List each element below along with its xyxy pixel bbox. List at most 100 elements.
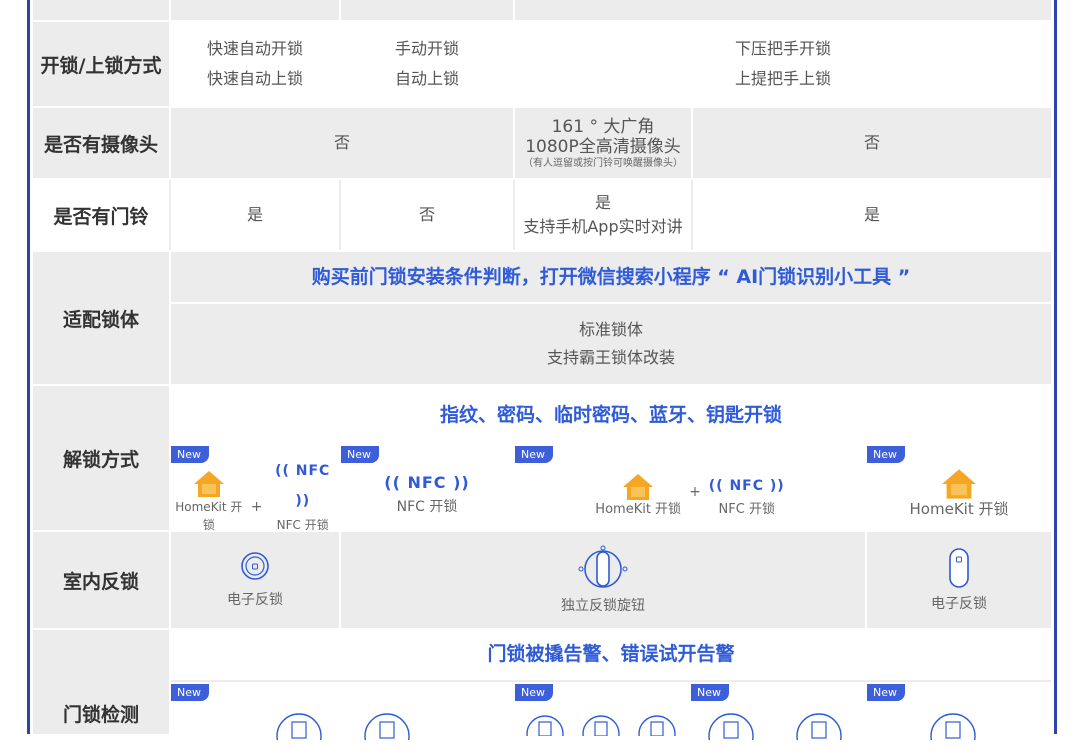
nfc-group: (( NFC )) NFC 开锁 — [266, 456, 339, 534]
sensor-icon — [638, 715, 676, 736]
unlock-icons: HomeKit 开锁 + (( NFC )) NFC 开锁 — [595, 471, 784, 519]
homekit-group: HomeKit 开锁 — [909, 468, 1009, 518]
sensor-icon — [930, 713, 976, 750]
unlock-cell-3: New HomeKit 开锁 + (( NFC )) NFC 开锁 — [515, 446, 865, 530]
sensor-icon — [276, 713, 322, 740]
mode-cell-1: 快速自动开锁 快速自动上锁 — [171, 22, 339, 106]
doorbell-cell-1: 是 — [171, 180, 339, 250]
new-badge: New — [867, 446, 905, 463]
homekit-label: HomeKit 开锁 — [595, 502, 682, 517]
home-icon — [623, 474, 654, 500]
lockbody-text: 标准锁体 — [578, 320, 643, 339]
inner-cell-2: 独立反锁旋钮 — [341, 532, 865, 628]
top-row — [33, 0, 1051, 20]
mode-cell-3: 下压把手开锁 上提把手上锁 — [515, 22, 1051, 106]
mode-text: 上提把手上锁 — [734, 69, 831, 88]
new-badge: New — [515, 684, 553, 701]
mode-text: 下压把手开锁 — [734, 39, 831, 58]
row-label-camera: 是否有摄像头 — [33, 108, 169, 178]
detect-icons — [275, 710, 411, 740]
doorbell-cell-2: 否 — [341, 180, 513, 250]
mode-text: 手动开锁 — [394, 39, 459, 58]
doorbell-text: 否 — [418, 205, 435, 224]
camera-note: （有人逗留或按门铃可唤醒摄像头） — [523, 157, 683, 169]
row-label-lockbody: 适配锁体 — [33, 252, 169, 384]
detect-alarm: 门锁被撬告警、错误试开告警 — [171, 630, 1051, 678]
divider — [339, 180, 341, 250]
doorbell-text: 是 — [594, 193, 611, 212]
detect-cell-2: New — [515, 684, 689, 736]
button-icon — [241, 552, 269, 580]
row-label-mode: 开锁/上锁方式 — [33, 22, 169, 106]
detect-icons — [525, 714, 677, 736]
sensor-icon — [708, 713, 754, 740]
homekit-group: HomeKit 开锁 — [595, 473, 681, 519]
plus-sign: + — [689, 484, 701, 500]
homekit-label: HomeKit 开锁 — [175, 500, 243, 532]
unlock-cell-4: New HomeKit 开锁 — [867, 446, 1051, 530]
nfc-group: (( NFC )) NFC 开锁 — [384, 468, 469, 516]
row-label-doorbell: 是否有门铃 — [33, 180, 169, 250]
lockbody-notice-text: 购买前门锁安装条件判断，打开微信搜索小程序 “ AI门锁识别小工具 ” — [311, 266, 911, 288]
row-label-inner: 室内反锁 — [33, 532, 169, 628]
new-badge: New — [171, 684, 209, 701]
mode-text: 自动上锁 — [394, 69, 459, 88]
camera-cell-3: 否 — [693, 108, 1051, 178]
divider — [513, 180, 515, 250]
doorbell-cell-3: 是 支持手机App实时对讲 — [515, 180, 691, 250]
doorbell-cell-4: 是 — [693, 180, 1051, 250]
nfc-mark: NFC — [407, 473, 447, 492]
mode-cell-2: 手动开锁 自动上锁 — [341, 22, 513, 106]
divider — [691, 180, 693, 250]
lockbody-cell: 标准锁体 支持霸王锁体改装 — [171, 304, 1051, 384]
nfc-icon: (( NFC )) — [708, 478, 785, 494]
home-icon — [942, 469, 976, 499]
camera-text: 161 ° 大广角 — [551, 116, 655, 137]
unlock-cell-2: New (( NFC )) NFC 开锁 — [341, 446, 513, 530]
unlock-cell-1: New HomeKit 开锁 + (( NFC )) NFC 开锁 — [171, 446, 339, 532]
camera-cell-2: 161 ° 大广角 1080P全高清摄像头 （有人逗留或按门铃可唤醒摄像头） — [515, 108, 691, 178]
unlock-icons: HomeKit 开锁 + (( NFC )) NFC 开锁 — [171, 456, 339, 534]
camera-text: 否 — [333, 133, 350, 152]
doorbell-text: 是 — [863, 205, 880, 224]
new-badge: New — [515, 446, 553, 463]
doorbell-text: 是 — [246, 205, 263, 224]
divider — [169, 0, 171, 20]
inner-text: 电子反锁 — [227, 592, 283, 608]
nfc-icon: (( NFC )) — [384, 473, 470, 492]
nfc-label: NFC 开锁 — [396, 499, 458, 515]
new-badge: New — [867, 684, 905, 701]
sensor-icon — [582, 715, 620, 736]
homekit-label: HomeKit 开锁 — [909, 500, 1009, 518]
inner-cell-3: 电子反锁 — [867, 532, 1051, 628]
camera-text: 否 — [863, 133, 880, 152]
nfc-label: NFC 开锁 — [718, 502, 775, 517]
sensor-icon — [364, 713, 410, 740]
sensor-icon — [526, 715, 564, 736]
divider — [169, 180, 171, 250]
lockbody-notice: 购买前门锁安装条件判断，打开微信搜索小程序 “ AI门锁识别小工具 ” — [171, 252, 1051, 302]
detect-cell-4: New — [867, 684, 1051, 750]
nfc-mark: NFC — [295, 463, 331, 479]
inner-text: 电子反锁 — [931, 596, 987, 612]
detect-cell-1: New — [171, 684, 513, 740]
detect-alarm-text: 门锁被撬告警、错误试开告警 — [487, 643, 735, 665]
camera-text: 1080P全高清摄像头 — [525, 136, 681, 157]
plus-sign: + — [250, 499, 263, 515]
new-badge: New — [691, 684, 729, 701]
camera-cell-1: 否 — [171, 108, 513, 178]
sensor-icon — [796, 713, 842, 740]
sensor-icon — [949, 548, 969, 588]
doorbell-text: 支持手机App实时对讲 — [523, 217, 683, 236]
divider — [513, 0, 515, 20]
row-label-detect: 门锁检测 — [33, 630, 169, 734]
nfc-group: (( NFC )) NFC 开锁 — [709, 471, 785, 519]
homekit-group: HomeKit 开锁 — [171, 470, 247, 534]
detect-icons — [707, 710, 843, 740]
mode-text: 快速自动上锁 — [206, 69, 303, 88]
nfc-icon: (( NFC )) — [275, 463, 331, 509]
spec-table: 开锁/上锁方式 快速自动开锁 快速自动上锁 手动开锁 自动上锁 下压把手开锁 上… — [27, 0, 1057, 750]
inner-cell-1: 电子反锁 — [171, 532, 339, 628]
detect-icons — [929, 710, 977, 750]
new-badge: New — [171, 446, 209, 463]
